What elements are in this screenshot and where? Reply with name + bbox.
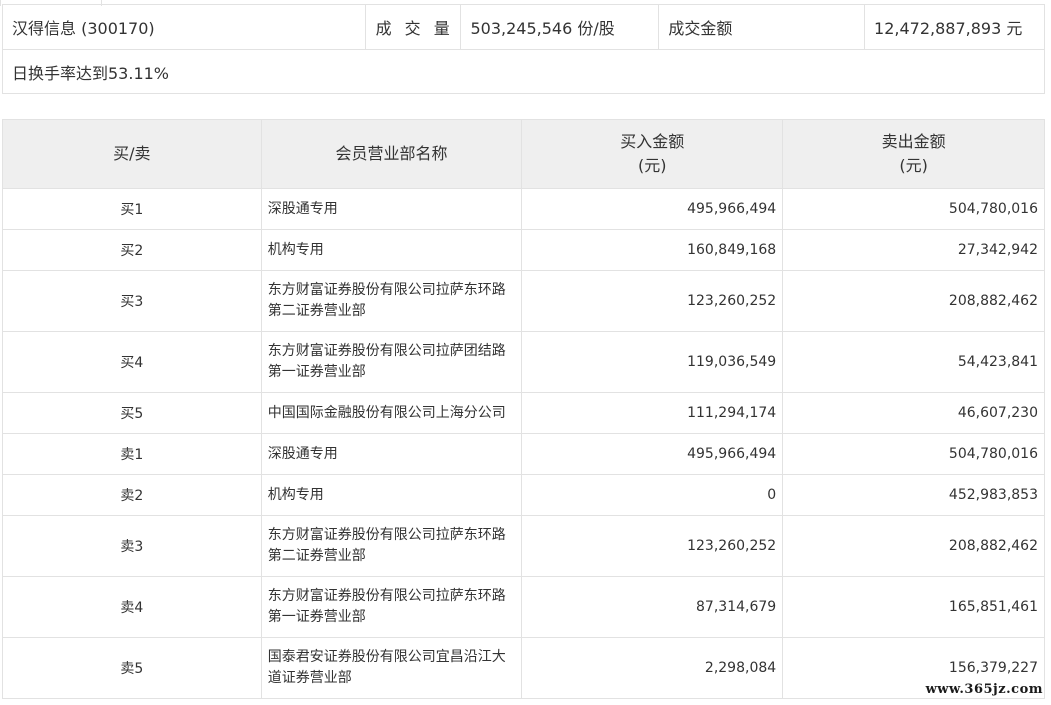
sell-amount-cell: 165,851,461 bbox=[782, 576, 1045, 638]
branch-name-cell: 机构专用 bbox=[260, 474, 523, 516]
buy-amount-cell: 495,966,494 bbox=[521, 188, 784, 230]
branch-name-cell: 中国国际金融股份有限公司上海分公司 bbox=[260, 392, 523, 434]
buy-amount-cell: 495,966,494 bbox=[521, 433, 784, 475]
header-side: 买/卖 bbox=[2, 119, 262, 189]
volume-value: 503,245,546 份/股 bbox=[460, 4, 660, 50]
watermark: www.365jz.com bbox=[925, 682, 1043, 697]
table-row: 买3 东方财富证券股份有限公司拉萨东环路 第二证券营业部 123,260,252 20… bbox=[2, 270, 1045, 332]
branch-name-cell: 东方财富证券股份有限公司拉萨团结路 第一证券营业部 bbox=[260, 331, 523, 393]
side-cell: 卖2 bbox=[2, 474, 262, 516]
table-row: 卖5 国泰君安证券股份有限公司宜昌沿江大 道证券营业部 2,298,084 156,3… bbox=[2, 637, 1045, 699]
header-buy-amount: 买入金额 (元) bbox=[521, 119, 784, 189]
buy-amount-cell: 111,294,174 bbox=[521, 392, 784, 434]
buy-amount-cell: 119,036,549 bbox=[521, 331, 784, 393]
table-row: 卖1 深股通专用 495,966,494 504,780,016 bbox=[2, 433, 1045, 475]
sell-amount-cell: 452,983,853 bbox=[782, 474, 1045, 516]
branch-name-cell: 东方财富证券股份有限公司拉萨东环路 第二证券营业部 bbox=[260, 515, 523, 577]
turnover-note: 日换手率达到53.11% bbox=[2, 49, 1045, 94]
table-row: 卖3 东方财富证券股份有限公司拉萨东环路 第二证券营业部 123,260,252 20… bbox=[2, 515, 1045, 577]
branch-name-cell: 机构专用 bbox=[260, 229, 523, 271]
header-sell-amount: 卖出金额 (元) bbox=[782, 119, 1045, 189]
side-cell: 卖3 bbox=[2, 515, 262, 577]
sell-amount-cell: 27,342,942 bbox=[782, 229, 1045, 271]
side-cell: 卖1 bbox=[2, 433, 262, 475]
side-cell: 买5 bbox=[2, 392, 262, 434]
summary-row: 汉得信息 (300170) 成 交 量 503,245,546 份/股 成交金额… bbox=[2, 4, 1045, 50]
amount-label: 成交金额 bbox=[658, 4, 866, 50]
sell-amount-cell: 504,780,016 bbox=[782, 433, 1045, 475]
sell-amount-cell: 54,423,841 bbox=[782, 331, 1045, 393]
volume-label: 成 交 量 bbox=[364, 4, 462, 50]
branch-name-cell: 东方财富证券股份有限公司拉萨东环路 第二证券营业部 bbox=[260, 270, 523, 332]
sell-amount-cell: 46,607,230 bbox=[782, 392, 1045, 434]
buy-amount-cell: 160,849,168 bbox=[521, 229, 784, 271]
table-row: 卖4 东方财富证券股份有限公司拉萨东环路 第一证券营业部 87,314,679 165… bbox=[2, 576, 1045, 638]
table-header-row: 买/卖 会员营业部名称 买入金额 (元) 卖出金额 (元) bbox=[2, 119, 1045, 189]
trading-detail-table: 买/卖 会员营业部名称 买入金额 (元) 卖出金额 (元) 买1 深股通专用 495… bbox=[2, 119, 1045, 699]
table-row: 买5 中国国际金融股份有限公司上海分公司 111,294,174 46,607,230 bbox=[2, 392, 1045, 434]
sell-amount-cell: 208,882,462 bbox=[782, 515, 1045, 577]
buy-amount-cell: 87,314,679 bbox=[521, 576, 784, 638]
buy-amount-cell: 0 bbox=[521, 474, 784, 516]
table-row: 买2 机构专用 160,849,168 27,342,942 bbox=[2, 229, 1045, 271]
sell-amount-cell: 208,882,462 bbox=[782, 270, 1045, 332]
side-cell: 买1 bbox=[2, 188, 262, 230]
branch-name-cell: 深股通专用 bbox=[260, 188, 523, 230]
header-branch-name: 会员营业部名称 bbox=[260, 119, 523, 189]
table-row: 卖2 机构专用 0 452,983,853 bbox=[2, 474, 1045, 516]
buy-amount-cell: 123,260,252 bbox=[521, 270, 784, 332]
sell-amount-cell: 504,780,016 bbox=[782, 188, 1045, 230]
branch-name-cell: 国泰君安证券股份有限公司宜昌沿江大 道证券营业部 bbox=[260, 637, 523, 699]
summary-note-row: 日换手率达到53.11% bbox=[2, 49, 1045, 94]
summary-table: 汉得信息 (300170) 成 交 量 503,245,546 份/股 成交金额… bbox=[2, 4, 1045, 94]
table-row: 买4 东方财富证券股份有限公司拉萨团结路 第一证券营业部 119,036,549 54… bbox=[2, 331, 1045, 393]
side-cell: 买2 bbox=[2, 229, 262, 271]
side-cell: 卖5 bbox=[2, 637, 262, 699]
table-row: 买1 深股通专用 495,966,494 504,780,016 bbox=[2, 188, 1045, 230]
side-cell: 卖4 bbox=[2, 576, 262, 638]
side-cell: 买4 bbox=[2, 331, 262, 393]
buy-amount-cell: 123,260,252 bbox=[521, 515, 784, 577]
branch-name-cell: 深股通专用 bbox=[260, 433, 523, 475]
side-cell: 买3 bbox=[2, 270, 262, 332]
buy-amount-cell: 2,298,084 bbox=[521, 637, 784, 699]
stock-name: 汉得信息 (300170) bbox=[2, 4, 366, 50]
branch-name-cell: 东方财富证券股份有限公司拉萨东环路 第一证券营业部 bbox=[260, 576, 523, 638]
amount-value: 12,472,887,893 元 bbox=[864, 4, 1045, 50]
